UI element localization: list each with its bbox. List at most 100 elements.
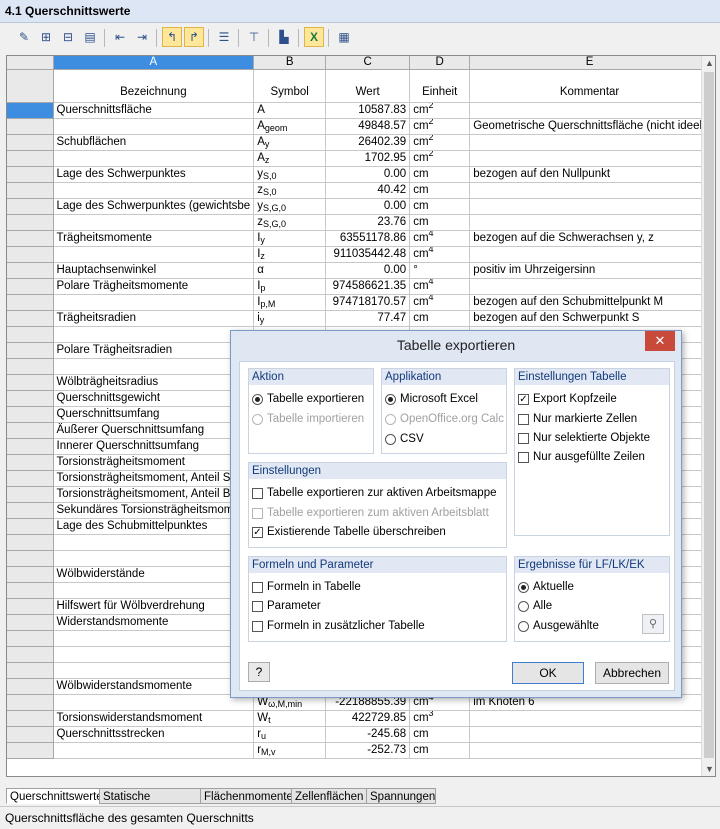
cell-einheit[interactable]: cm4 xyxy=(409,230,471,247)
cell-symbol[interactable]: Iy xyxy=(253,230,327,247)
cell-bezeichnung[interactable] xyxy=(53,630,255,647)
columns-icon[interactable]: ☰ xyxy=(214,27,234,47)
check-formeln-zusaetzlich[interactable]: Formeln in zusätzlicher Tabelle xyxy=(252,619,425,633)
cell-kommentar[interactable]: bezogen auf den Nullpunkt xyxy=(469,166,710,183)
cell-einheit[interactable]: cm xyxy=(409,726,471,743)
column-letter-b[interactable]: B xyxy=(253,56,327,70)
cell-einheit[interactable]: cm4 xyxy=(409,294,471,311)
cell-kommentar[interactable] xyxy=(469,102,710,119)
check-parameter[interactable]: Parameter xyxy=(252,599,321,613)
filter2-icon[interactable]: ↱ xyxy=(184,27,204,47)
cell-symbol[interactable]: Iz xyxy=(253,246,327,263)
cell-symbol[interactable]: Ay xyxy=(253,134,327,151)
scroll-up-icon[interactable]: ▲ xyxy=(705,58,714,68)
cell-kommentar[interactable] xyxy=(469,134,710,151)
radio-csv[interactable]: CSV xyxy=(385,432,424,446)
insert-row-icon[interactable]: ⊞ xyxy=(36,27,56,47)
cell-bezeichnung[interactable] xyxy=(53,742,255,759)
cell-einheit[interactable]: cm2 xyxy=(409,102,471,119)
cell-bezeichnung[interactable]: Polare Trägheitsmomente xyxy=(53,278,255,295)
cancel-button[interactable]: Abbrechen xyxy=(595,662,669,684)
row-header[interactable] xyxy=(7,230,54,247)
filter-icon[interactable]: ↰ xyxy=(162,27,182,47)
cell-symbol[interactable]: A xyxy=(253,102,327,119)
cell-wert[interactable]: 0.00 xyxy=(325,166,411,183)
cell-kommentar[interactable]: bezogen auf den Schwerpunkt S xyxy=(469,310,710,327)
row-header[interactable] xyxy=(7,694,54,711)
cell-bezeichnung[interactable]: Lage des Schubmittelpunktes xyxy=(53,518,255,535)
row-header[interactable] xyxy=(7,246,54,263)
cell-kommentar[interactable] xyxy=(469,182,710,199)
cell-kommentar[interactable] xyxy=(469,710,710,727)
cell-wert[interactable]: -252.73 xyxy=(325,742,411,759)
cell-bezeichnung[interactable]: Lage des Schwerpunktes (gewichtsbe xyxy=(53,198,255,215)
cell-symbol[interactable]: ru xyxy=(253,726,327,743)
cell-wert[interactable]: 49848.57 xyxy=(325,118,411,135)
table-row[interactable]: zS,0 40.42 cm xyxy=(7,182,710,199)
cell-bezeichnung[interactable] xyxy=(53,550,255,567)
row-header[interactable] xyxy=(7,214,54,231)
tab-zellenflaechen[interactable]: Zellenflächen xyxy=(291,788,367,804)
radio-excel[interactable]: Microsoft Excel xyxy=(385,392,478,406)
cell-symbol[interactable]: zS,0 xyxy=(253,182,327,199)
cell-bezeichnung[interactable] xyxy=(53,358,255,375)
row-header[interactable] xyxy=(7,342,54,359)
cell-kommentar[interactable] xyxy=(469,198,710,215)
row-header[interactable] xyxy=(7,710,54,727)
cell-symbol[interactable]: yS,0 xyxy=(253,166,327,183)
cell-kommentar[interactable] xyxy=(469,726,710,743)
close-button[interactable]: ✕ xyxy=(645,331,675,351)
row-header[interactable] xyxy=(7,534,54,551)
row-header[interactable] xyxy=(7,406,54,423)
cell-bezeichnung[interactable]: Querschnittsgewicht xyxy=(53,390,255,407)
table-row[interactable]: Trägheitsradien iy 77.47 cm bezogen auf den … xyxy=(7,310,710,327)
table-row[interactable]: Polare Trägheitsmomente Ip 974586621.35 cm4 xyxy=(7,278,710,295)
row-header[interactable] xyxy=(7,422,54,439)
cell-symbol[interactable]: zS,G,0 xyxy=(253,214,327,231)
next-icon[interactable]: ⇥ xyxy=(132,27,152,47)
cell-kommentar[interactable] xyxy=(469,150,710,167)
cell-einheit[interactable]: cm4 xyxy=(409,278,471,295)
cell-bezeichnung[interactable] xyxy=(53,214,255,231)
cell-bezeichnung[interactable]: Sekundäres Torsionsträgheitsmomen xyxy=(53,502,255,519)
cell-wert[interactable]: 77.47 xyxy=(325,310,411,327)
cell-wert[interactable]: 10587.83 xyxy=(325,102,411,119)
pin-icon[interactable]: ⊤ xyxy=(244,27,264,47)
cell-bezeichnung[interactable] xyxy=(53,646,255,663)
row-header[interactable] xyxy=(7,102,54,119)
cell-bezeichnung[interactable]: Innerer Querschnittsumfang xyxy=(53,438,255,455)
row-header[interactable] xyxy=(7,294,54,311)
cell-kommentar[interactable] xyxy=(469,214,710,231)
cell-bezeichnung[interactable] xyxy=(53,118,255,135)
row-header[interactable] xyxy=(7,646,54,663)
delete-row-icon[interactable]: ⊟ xyxy=(58,27,78,47)
row-header[interactable] xyxy=(7,310,54,327)
row-header[interactable] xyxy=(7,566,54,583)
cell-symbol[interactable]: Wt xyxy=(253,710,327,727)
ok-button[interactable]: OK xyxy=(512,662,584,684)
cell-symbol[interactable]: rM,v xyxy=(253,742,327,759)
cell-bezeichnung[interactable]: Widerstandsmomente xyxy=(53,614,255,631)
chart-icon[interactable]: ▙ xyxy=(274,27,294,47)
cell-einheit[interactable]: cm xyxy=(409,214,471,231)
row-header[interactable] xyxy=(7,358,54,375)
cell-kommentar[interactable] xyxy=(469,742,710,759)
row-header[interactable] xyxy=(7,678,54,695)
cell-bezeichnung[interactable]: Lage des Schwerpunktes xyxy=(53,166,255,183)
cell-einheit[interactable]: cm2 xyxy=(409,150,471,167)
tab-statische-momente[interactable]: Statische Momente xyxy=(99,788,201,819)
cell-bezeichnung[interactable]: Torsionsträgheitsmoment, Anteil Bred xyxy=(53,486,255,503)
cell-bezeichnung[interactable] xyxy=(53,694,255,711)
excel-icon[interactable]: X xyxy=(304,27,324,47)
cell-kommentar[interactable]: bezogen auf die Schwerachsen y, z xyxy=(469,230,710,247)
row-header[interactable] xyxy=(7,550,54,567)
cell-bezeichnung[interactable]: Hauptachsenwinkel xyxy=(53,262,255,279)
cell-bezeichnung[interactable] xyxy=(53,326,255,343)
cell-bezeichnung[interactable] xyxy=(53,662,255,679)
row-header[interactable] xyxy=(7,630,54,647)
cell-bezeichnung[interactable]: Polare Trägheitsradien xyxy=(53,342,255,359)
table-row[interactable]: Ip,M 974718170.57 cm4 bezogen auf den Schub… xyxy=(7,294,710,311)
cell-bezeichnung[interactable] xyxy=(53,294,255,311)
row-header[interactable] xyxy=(7,598,54,615)
cell-kommentar[interactable]: Geometrische Querschnittsfläche (nicht i… xyxy=(469,118,710,135)
